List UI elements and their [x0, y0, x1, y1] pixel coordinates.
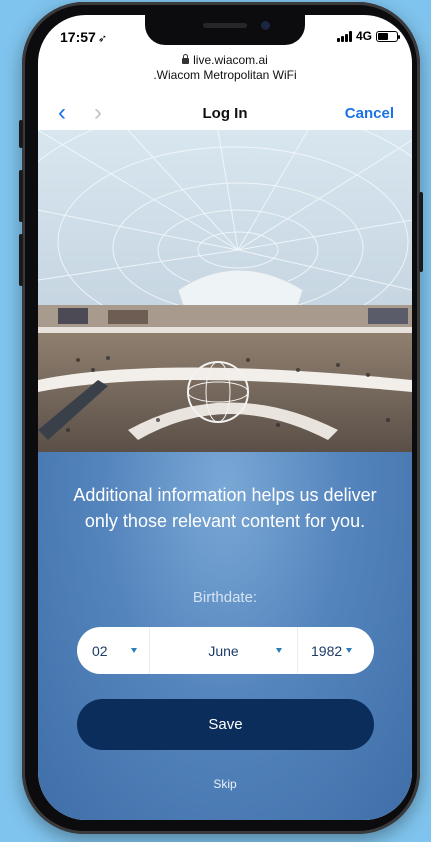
front-camera: [261, 21, 270, 30]
mall-hero-image: [38, 130, 412, 452]
url-text: live.wiacom.ai: [193, 53, 268, 67]
network-name: .Wiacom Metropolitan WiFi: [153, 68, 297, 82]
location-arrow-icon: ➶: [97, 33, 108, 45]
network-type: 4G: [355, 29, 372, 43]
navigation-bar: ‹ › Log In Cancel: [38, 100, 412, 130]
notch: [145, 15, 305, 45]
birthdate-label: Birthdate:: [192, 589, 258, 606]
mall-dome-illustration: [38, 130, 412, 452]
month-value: June: [208, 642, 239, 659]
lock-icon: [182, 54, 190, 64]
signal-bars-icon: [336, 30, 352, 42]
status-time-text: 17:57: [60, 29, 96, 45]
volume-up-button: [19, 170, 23, 222]
year-value: 1982: [311, 642, 343, 659]
day-select[interactable]: 02: [77, 627, 150, 674]
battery-icon: [376, 30, 400, 42]
power-button: [419, 192, 423, 272]
birthdate-form-panel: Additional information helps us deliver …: [38, 452, 412, 820]
status-right: 4G: [336, 29, 400, 43]
volume-down-button: [19, 234, 23, 286]
cancel-button[interactable]: Cancel: [345, 105, 394, 122]
save-button[interactable]: Save: [77, 699, 374, 750]
month-select[interactable]: June: [150, 627, 298, 674]
browser-url-bar[interactable]: live.wiacom.ai .Wiacom Metropolitan WiFi: [38, 53, 412, 83]
day-value: 02: [92, 642, 108, 659]
year-select[interactable]: 1982: [298, 627, 374, 674]
mute-switch: [19, 120, 23, 148]
birthdate-picker: 02 June 1982: [77, 627, 374, 674]
caret-down-icon: [276, 648, 282, 653]
skip-link[interactable]: Skip: [38, 777, 412, 791]
phone-screen: 17:57 ➶ 4G live.wiacom.ai .Wiacom Metropo…: [38, 15, 412, 820]
caret-down-icon: [346, 648, 353, 653]
caret-down-icon: [131, 648, 137, 653]
status-time: 17:57 ➶: [60, 29, 107, 45]
info-text: Additional information helps us deliver …: [73, 485, 377, 531]
speaker-grille: [203, 23, 247, 28]
